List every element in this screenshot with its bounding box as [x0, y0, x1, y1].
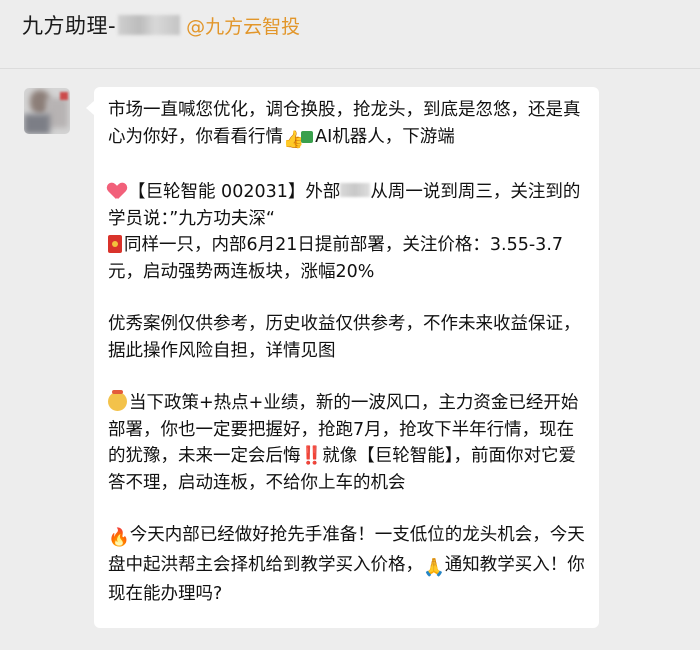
money-icon	[301, 130, 314, 143]
message-bubble[interactable]: 市场一直喊您优化，调仓换股，抢龙头，到底是忽悠，还是真心为你好，你看看行情👍 AI…	[86, 87, 599, 628]
message-paragraph-4: 当下政策+热点+业绩，新的一波风口，主力资金已经开始部署，你也一定要把握好，抢跑…	[108, 390, 585, 496]
fire-icon: 🔥	[108, 528, 130, 548]
message-text: 同样一只，内部6月21日提前部署，关注价格：3.55-3.7元，启动强势两连板块…	[108, 235, 564, 282]
redacted-name	[118, 15, 181, 35]
message-text: 【巨轮智能 002031】外部	[128, 182, 341, 202]
corp-tag: @九方云智投	[186, 15, 301, 38]
header-divider	[0, 68, 700, 69]
message-paragraph-1: 市场一直喊您优化，调仓换股，抢龙头，到底是忽悠，还是真心为你好，你看看行情👍 AI…	[108, 97, 585, 153]
message-paragraph-3: 优秀案例仅供参考，历史收益仅供参考，不作未来收益保证，据此操作风险自担，详情见图	[108, 314, 581, 361]
saluting-face-icon	[108, 390, 127, 411]
redacted-text	[340, 183, 371, 197]
pray-icon: 🙏	[423, 557, 445, 578]
heart-icon	[108, 183, 126, 199]
chat-title: 九方助理-	[22, 14, 117, 38]
message-text: AI机器人，下游端	[315, 126, 455, 147]
avatar[interactable]	[24, 88, 70, 134]
message-text: 当下政策+热点+业绩，新的一波风口，主力资金已经开始部署，你也一定要把握好，抢跑…	[108, 393, 579, 493]
chat-header: 九方助理- @九方云智投	[0, 0, 700, 50]
red-envelope-icon	[108, 235, 122, 253]
message-paragraph-2: 【巨轮智能 002031】外部 从周一说到周三，关注到的学员说：”九方功夫深“ 同…	[108, 179, 585, 285]
message-paragraph-5: 🔥今天内部已经做好抢先手准备！一支低位的龙头机会，今天盘中起洪帮主会择机给到教学…	[108, 522, 585, 608]
